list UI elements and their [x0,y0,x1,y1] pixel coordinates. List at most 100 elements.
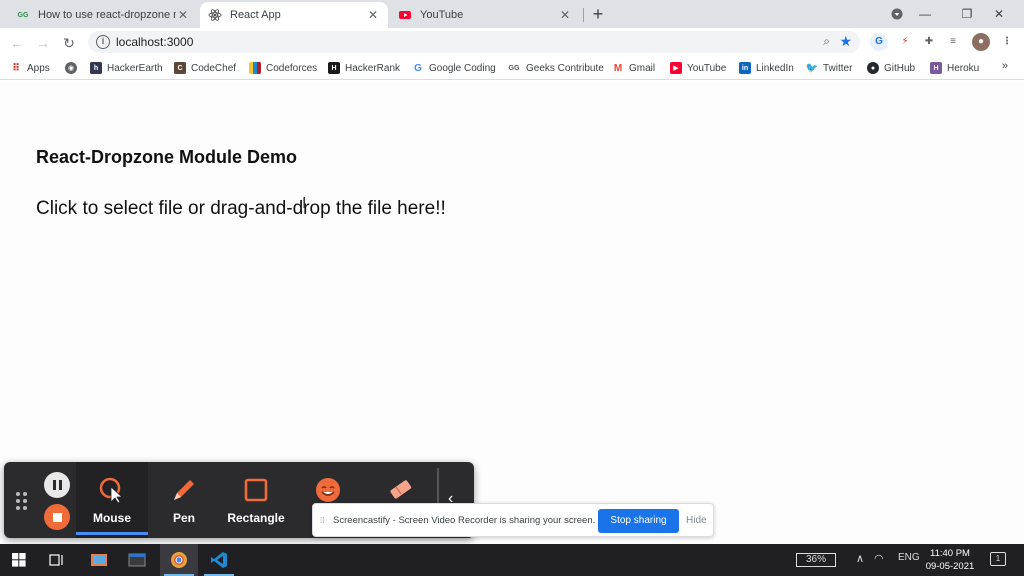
bookmark-label: HackerRank [345,62,401,74]
tool-label: Rectangle [227,511,285,525]
pen-tool[interactable]: Pen [148,462,220,538]
gfg-icon: GG [17,11,29,19]
bookmark-heroku[interactable]: H Heroku [930,60,979,76]
bookmark-label: Twitter [823,62,853,74]
tab-gfg[interactable]: GG How to use react-dropzone mod ✕ [8,2,198,28]
task-view-button[interactable] [38,544,76,576]
reading-list-icon[interactable]: ≡ [944,33,962,51]
bookmark-label: Heroku [947,62,980,74]
close-window-button[interactable]: ✕ [984,4,1014,24]
rectangle-icon [244,478,268,502]
bookmark-label: Codeforces [266,62,318,74]
youtube-icon [398,8,412,22]
language-indicator[interactable]: ENG [898,552,920,563]
wifi-icon[interactable]: ◠ [874,552,884,565]
system-clock[interactable]: 11:40 PM 09-05-2021 [922,547,978,573]
zoom-icon[interactable]: ⌕ [823,34,830,49]
extension-office-icon[interactable]: ⚡ [896,33,914,51]
forward-button[interactable]: → [32,32,54,54]
smiley-sticker-icon [316,478,340,502]
vscode-icon [211,552,227,568]
tab-title: React App [230,9,281,21]
windows-taskbar: 36% ∧ ◠ ENG 11:40 PM 09-05-2021 1 [0,544,1024,576]
kebab-menu-icon[interactable]: ⋮ [998,33,1016,51]
taskbar-chrome[interactable] [160,544,198,576]
new-tab-button[interactable]: + [588,4,608,24]
youtube-icon: ▶ [670,62,682,74]
terminal-icon [128,553,146,567]
sharing-message: Screencastify - Screen Video Recorder is… [333,515,596,526]
linkedin-icon: in [739,62,751,74]
minimize-button[interactable]: — [910,4,940,24]
bookmark-google-coding[interactable]: G Google Coding [412,60,496,76]
taskbar-vscode[interactable] [200,544,238,576]
windows-logo-icon [12,553,26,567]
close-icon[interactable]: ✕ [366,8,380,22]
bookmarks-overflow-button[interactable]: » [1002,60,1008,72]
bookmark-label: Apps [27,62,50,74]
dropzone[interactable]: Click to select file or drag-and-drop th… [36,198,446,220]
bookmark-gmail[interactable]: M Gmail [612,60,655,76]
tab-title: How to use react-dropzone mod [38,9,176,21]
heroku-icon: H [930,62,942,74]
windows-start-button[interactable] [0,544,38,576]
tab-react-app[interactable]: React App ✕ [200,2,388,28]
github-icon: ● [867,62,879,74]
gfg-icon: GG [507,62,521,74]
tab-strip: GG How to use react-dropzone mod ✕ React… [0,0,1024,28]
info-icon[interactable]: i [96,35,110,49]
bookmark-youtube[interactable]: ▶ YouTube [670,60,726,76]
notification-center-icon[interactable]: 1 [990,552,1006,566]
bookmark-label: CodeChef [191,62,237,74]
restore-button[interactable]: ❐ [952,4,982,24]
hackerearth-icon: h [90,62,102,74]
url-text: localhost:3000 [116,35,194,49]
back-button[interactable]: ← [6,32,28,54]
page-title: React-Dropzone Module Demo [36,147,298,167]
bookmark-github[interactable]: ● GitHub [867,60,915,76]
extension-g-icon[interactable]: G [870,33,888,51]
rectangle-tool[interactable]: Rectangle [220,462,292,538]
bookmark-hackerearth[interactable]: h HackerEarth [90,60,163,76]
tab-youtube[interactable]: YouTube ✕ [390,2,580,28]
clock-date: 09-05-2021 [925,561,975,572]
pause-button[interactable] [44,472,70,498]
profile-menu-icon[interactable] [882,4,912,24]
bookmark-label: YouTube [687,62,727,74]
twitter-icon: 🐦 [805,62,819,74]
avatar[interactable]: ● [972,33,990,51]
bookmark-apps[interactable]: ⠿ Apps [10,60,50,76]
bookmark-twitter[interactable]: 🐦 Twitter [806,60,852,76]
stop-recording-button[interactable] [44,504,70,530]
react-icon [208,8,222,22]
task-view-icon [49,554,63,566]
bookmark-globe[interactable]: ◉ [65,60,82,76]
chevron-up-icon[interactable]: ∧ [856,552,864,565]
pen-icon [174,480,194,500]
bookmark-geeks-contribute[interactable]: GG Geeks Contribute [507,60,604,76]
bookmark-codeforces[interactable]: Codeforces [249,60,317,76]
extensions-puzzle-icon[interactable]: ✚ [920,33,938,51]
hide-button[interactable]: Hide [686,515,707,526]
drag-handle-icon[interactable] [16,492,28,512]
bookmark-star-icon[interactable]: ★ [839,33,852,50]
drag-handle-icon[interactable]: ⁞⁞ [320,516,324,525]
address-bar[interactable]: i localhost:3000 ⌕ ★ [88,31,860,53]
battery-indicator[interactable]: 36% [796,553,836,567]
codeforces-icon [249,62,261,74]
tab-separator [583,8,584,22]
image-app-icon [91,554,107,566]
mouse-tool[interactable]: Mouse [76,462,148,538]
bookmark-label: Gmail [629,62,656,74]
bookmark-linkedin[interactable]: in LinkedIn [739,60,794,76]
close-icon[interactable]: ✕ [176,8,190,22]
taskbar-terminal[interactable] [118,544,156,576]
bookmark-codechef[interactable]: C CodeChef [174,60,236,76]
bookmark-hackerrank[interactable]: H HackerRank [328,60,400,76]
taskbar-file-explorer[interactable] [80,544,118,576]
stop-sharing-button[interactable]: Stop sharing [598,509,679,533]
codechef-icon: C [174,62,186,74]
clock-time: 11:40 PM [930,548,970,559]
close-icon[interactable]: ✕ [558,8,572,22]
reload-button[interactable]: ↻ [58,32,80,54]
